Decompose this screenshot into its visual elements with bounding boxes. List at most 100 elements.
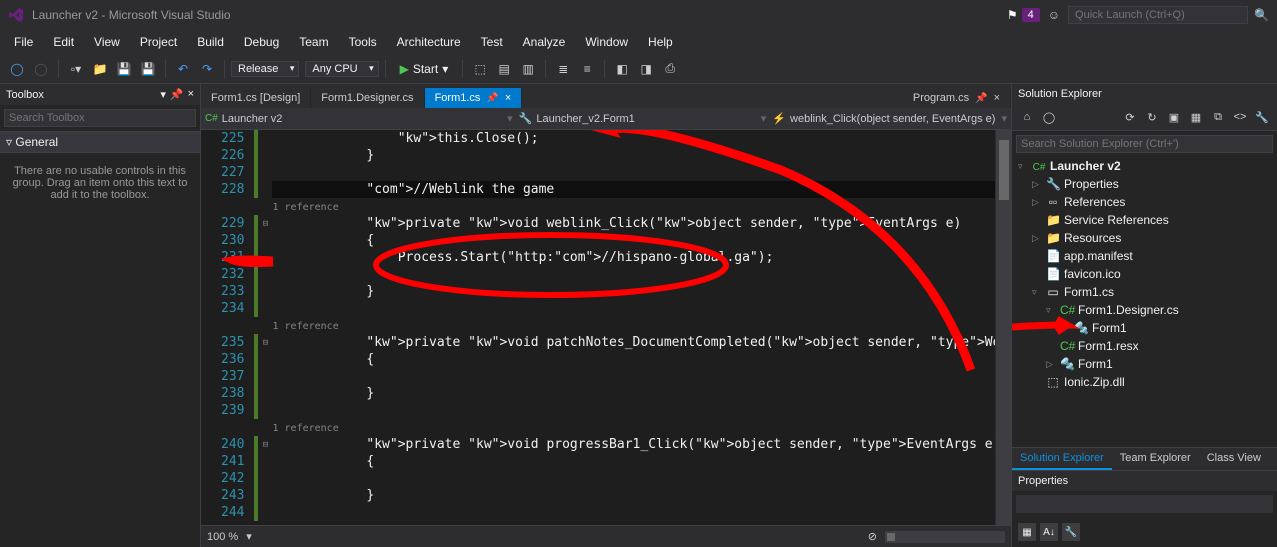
menubar: FileEditViewProjectBuildDebugTeamToolsAr… [0,30,1277,54]
save-all-button[interactable]: 💾 [137,58,159,80]
search-icon[interactable]: 🔍 [1254,8,1269,22]
tree-node-form1-designer-cs[interactable]: ▿C#Form1.Designer.cs [1012,301,1277,319]
menu-project[interactable]: Project [130,33,187,51]
alpha-icon[interactable]: A↓ [1040,523,1058,541]
tree-node-launcher-v2[interactable]: ▿C#Launcher v2 [1012,157,1277,175]
menu-file[interactable]: File [4,33,43,51]
flag-icon[interactable]: ⚑ [1007,8,1018,22]
pin-icon[interactable]: 📌 [170,88,184,101]
solution-explorer-header: Solution Explorer [1012,84,1277,104]
side-tab-solution-explorer[interactable]: Solution Explorer [1012,448,1112,470]
toolbox-empty-text: There are no usable controls in this gro… [0,153,200,213]
quick-launch-input[interactable] [1068,6,1248,24]
tree-node-properties[interactable]: ▷🔧Properties [1012,175,1277,193]
tree-node-app-manifest[interactable]: 📄app.manifest [1012,247,1277,265]
format-icon[interactable]: ⎙ [659,58,681,80]
tab-form1-cs--design-[interactable]: Form1.cs [Design] [201,88,311,108]
menu-architecture[interactable]: Architecture [387,33,471,51]
wrench-icon[interactable]: 🔧 [1062,523,1080,541]
platform-dropdown[interactable]: Any CPU [305,61,378,77]
nav-back-button[interactable]: ◯ [6,58,28,80]
categorized-icon[interactable]: ▦ [1018,523,1036,541]
properties-icon[interactable]: ⧉ [1209,108,1227,126]
zoom-level[interactable]: 100 % [207,531,238,543]
main-toolbar: ◯ ◯ ▫▾ 📁 💾 💾 ↶ ↷ Release Any CPU ▶Start … [0,54,1277,84]
start-button[interactable]: ▶Start ▾ [392,60,457,78]
nav-member[interactable]: ⚡ weblink_Click(object sender, EventArgs… [772,112,995,125]
menu-analyze[interactable]: Analyze [513,33,576,51]
side-tab-class-view[interactable]: Class View [1199,448,1269,470]
menu-window[interactable]: Window [575,33,638,51]
sync-icon[interactable]: ⟳ [1121,108,1139,126]
close-icon[interactable]: × [505,92,511,104]
code-icon[interactable]: <> [1231,108,1249,126]
menu-team[interactable]: Team [289,33,338,51]
no-issues-icon: ⊘ [868,530,877,543]
tree-node-favicon-ico[interactable]: 📄favicon.ico [1012,265,1277,283]
editor-statusbar: 100 % ▾ ⊘ [201,525,1011,547]
outdent-icon[interactable]: ≡ [576,58,598,80]
solution-search-input[interactable] [1016,135,1273,153]
new-project-button[interactable]: ▫▾ [65,58,87,80]
side-tab-team-explorer[interactable]: Team Explorer [1112,448,1199,470]
refresh-icon[interactable]: ↻ [1143,108,1161,126]
bookmark-icon[interactable]: ◧ [611,58,633,80]
menu-edit[interactable]: Edit [43,33,84,51]
toolbox-search-input[interactable] [4,109,196,127]
code-navbar: C#Launcher v2 ▾ 🔧 Launcher_v2.Form1 ▾ ⚡ … [201,108,1011,130]
config-dropdown[interactable]: Release [231,61,299,77]
wrench-icon[interactable]: 🔧 [1253,108,1271,126]
tree-node-ionic-zip-dll[interactable]: ⬚Ionic.Zip.dll [1012,373,1277,391]
notification-badge[interactable]: 4 [1022,8,1040,22]
code-editor[interactable]: 2252262272282292302312322332342352362372… [201,130,1011,525]
menu-view[interactable]: View [84,33,130,51]
solution-explorer-panel: Solution Explorer ⌂ ◯ ⟳ ↻ ▣ ▦ ⧉ <> 🔧 ▿C#… [1011,84,1277,547]
indent-icon[interactable]: ≣ [552,58,574,80]
tree-node-form1-cs[interactable]: ▿▭Form1.cs [1012,283,1277,301]
tab-form1-cs[interactable]: Form1.cs📌× [425,88,523,108]
redo-button[interactable]: ↷ [196,58,218,80]
feedback-icon[interactable]: ☺ [1048,8,1060,22]
toolbox-header: Toolbox ▾ 📌 × [0,84,200,105]
solution-tree: ▿C#Launcher v2▷🔧Properties▷▫▫References📁… [1012,157,1277,447]
chevron-down-icon[interactable]: ▾ [160,88,166,101]
solution-explorer-title: Solution Explorer [1018,88,1102,100]
nav-project[interactable]: C#Launcher v2 [205,113,282,125]
close-icon[interactable]: × [188,88,194,101]
tree-node-resources[interactable]: ▷📁Resources [1012,229,1277,247]
tab-program-cs[interactable]: Program.cs📌× [903,88,1011,108]
back-icon[interactable]: ◯ [1040,108,1058,126]
uncomment-icon[interactable]: ▥ [517,58,539,80]
solution-explorer-toolbar: ⌂ ◯ ⟳ ↻ ▣ ▦ ⧉ <> 🔧 [1012,104,1277,131]
properties-title: Properties [1012,471,1277,491]
tree-node-form1[interactable]: ▷🔩Form1 [1012,319,1277,337]
menu-test[interactable]: Test [471,33,513,51]
menu-debug[interactable]: Debug [234,33,289,51]
menu-build[interactable]: Build [187,33,234,51]
menu-tools[interactable]: Tools [339,33,387,51]
step-icon[interactable]: ⬚ [469,58,491,80]
menu-help[interactable]: Help [638,33,683,51]
show-all-icon[interactable]: ▦ [1187,108,1205,126]
chevron-down-icon[interactable]: ▾ [246,530,252,543]
toolbox-title: Toolbox [6,89,44,101]
undo-button[interactable]: ↶ [172,58,194,80]
tree-node-references[interactable]: ▷▫▫References [1012,193,1277,211]
app-title: Launcher v2 - Microsoft Visual Studio [32,8,231,22]
bookmark2-icon[interactable]: ◨ [635,58,657,80]
collapse-icon[interactable]: ▣ [1165,108,1183,126]
toolbox-general-group[interactable]: ▿ General [0,131,200,153]
home-icon[interactable]: ⌂ [1018,108,1036,126]
document-tabs: Form1.cs [Design]Form1.Designer.csForm1.… [201,84,1011,108]
nav-class[interactable]: 🔧 Launcher_v2.Form1 [519,112,635,125]
vertical-scrollbar[interactable] [995,130,1011,525]
tree-node-form1[interactable]: ▷🔩Form1 [1012,355,1277,373]
comment-icon[interactable]: ▤ [493,58,515,80]
save-button[interactable]: 💾 [113,58,135,80]
tree-node-service-references[interactable]: 📁Service References [1012,211,1277,229]
pin-icon[interactable]: 📌 [486,93,498,104]
tab-form1-designer-cs[interactable]: Form1.Designer.cs [311,88,424,108]
tree-node-form1-resx[interactable]: C#Form1.resx [1012,337,1277,355]
open-file-button[interactable]: 📁 [89,58,111,80]
properties-panel: Properties ▦ A↓ 🔧 [1012,470,1277,547]
